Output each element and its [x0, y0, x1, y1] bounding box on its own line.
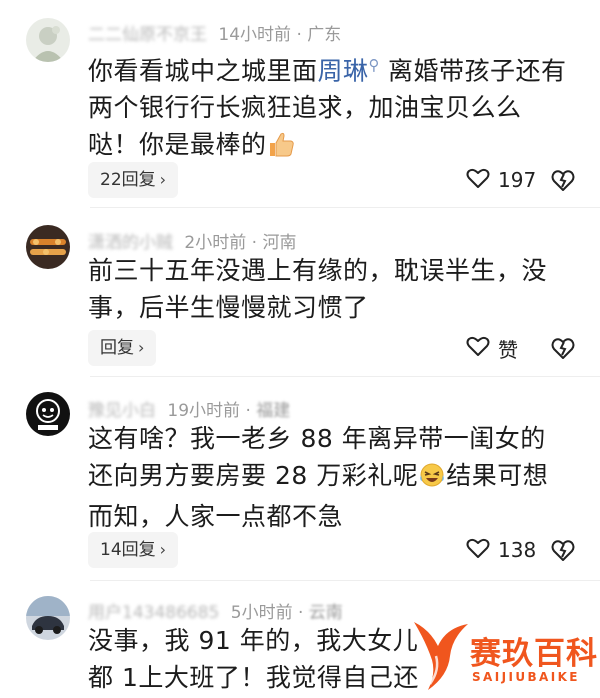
- chevron-right-icon: ›: [138, 338, 145, 357]
- timestamp: 5小时前: [230, 603, 293, 623]
- comment-text: 这有啥？我一老乡 88 年离异带一闺女的还向男方要房要 28 万彩礼呢 结果可想…: [88, 424, 549, 531]
- search-icon: ⚲: [368, 56, 381, 74]
- watermark-name-en: SAIJIUBAIKE: [472, 670, 580, 684]
- chevron-right-icon: ›: [159, 540, 167, 559]
- location: 河南: [262, 233, 297, 253]
- like-button[interactable]: 197: [466, 165, 536, 195]
- like-button[interactable]: 138: [466, 535, 536, 565]
- like-count: 赞: [498, 337, 518, 362]
- location: 广东: [307, 25, 342, 45]
- like-count: 197: [498, 168, 537, 192]
- fish-tail-icon: [414, 622, 468, 690]
- location: 福建: [256, 401, 291, 421]
- username[interactable]: 豫见小白: [88, 401, 156, 421]
- avatar[interactable]: [26, 225, 70, 269]
- timestamp: 19小时前: [167, 401, 241, 421]
- avatar[interactable]: [26, 596, 70, 640]
- mention-link[interactable]: 周琳: [318, 56, 369, 85]
- like-button[interactable]: 赞: [466, 333, 518, 363]
- watermark-logo: 赛玖百科 SAIJIUBAIKE: [406, 616, 600, 698]
- comment-meta: 豫见小白 19小时前 · 福建: [88, 401, 291, 421]
- like-count: 138: [498, 538, 537, 562]
- divider: [90, 207, 600, 208]
- thumbs-up-emoji: [267, 130, 295, 167]
- comment-meta: 用户143486685 5小时前 · 云南: [88, 603, 343, 623]
- comment-text: 前三十五年没遇上有缘的，耽误半生，没事，后半生慢慢就习惯了: [88, 256, 548, 322]
- dislike-icon[interactable]: [550, 167, 576, 193]
- comment-meta: 潇洒的小贼 2小时前 · 河南: [88, 233, 297, 253]
- comment-meta: 二二仙原不京王 14小时前 · 广东: [88, 25, 342, 45]
- divider: [90, 376, 600, 377]
- chevron-right-icon: ›: [159, 170, 167, 189]
- username[interactable]: 用户143486685: [88, 603, 219, 623]
- dislike-icon[interactable]: [550, 537, 576, 563]
- timestamp: 2小时前: [184, 233, 247, 253]
- divider: [90, 580, 600, 581]
- heart-icon: [466, 167, 490, 194]
- location: 云南: [308, 603, 343, 623]
- avatar[interactable]: [26, 18, 70, 62]
- reply-button[interactable]: 14回复 ›: [88, 532, 179, 568]
- laughing-crying-emoji: [418, 461, 446, 498]
- watermark-name: 赛玖百科: [470, 636, 598, 672]
- reply-button[interactable]: 22回复 ›: [88, 162, 179, 198]
- comment-text: 你看看城中之城里面周琳⚲ 离婚带孩子还有两个银行行长疯狂追求，加油宝贝么么哒！你是…: [88, 47, 568, 167]
- username[interactable]: 二二仙原不京王: [88, 25, 207, 45]
- username[interactable]: 潇洒的小贼: [88, 233, 173, 253]
- reply-button[interactable]: 回复 ›: [88, 330, 157, 366]
- dislike-icon[interactable]: [550, 335, 576, 361]
- timestamp: 14小时前: [218, 25, 292, 45]
- comment-text: 没事，我 91 年的，我大女儿都 1上大班了！我觉得自己还年轻啊: [88, 626, 419, 692]
- avatar[interactable]: [26, 392, 70, 436]
- heart-icon: [466, 335, 490, 362]
- heart-icon: [466, 537, 490, 564]
